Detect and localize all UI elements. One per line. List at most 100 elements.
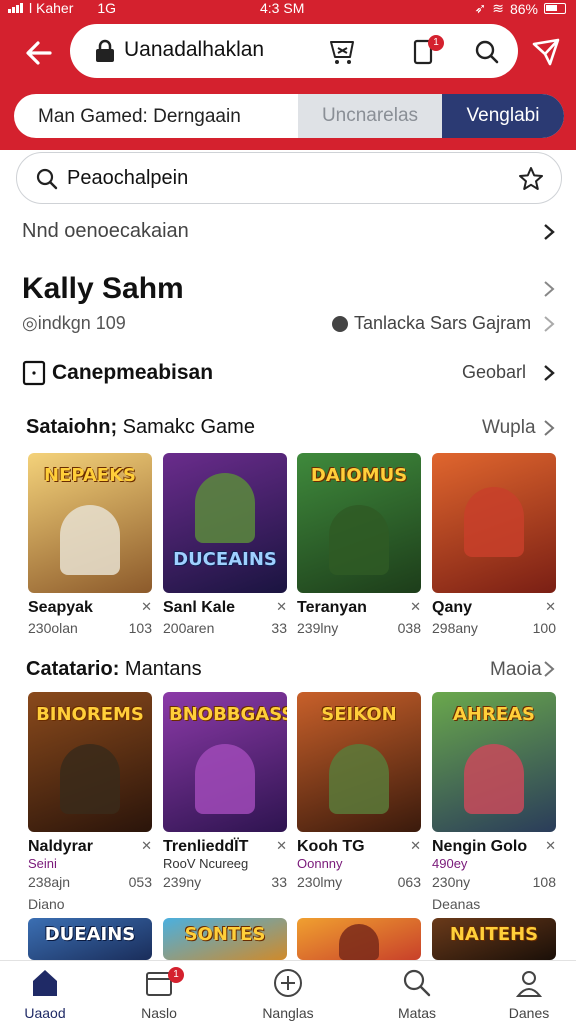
- game-meta-left: 238ajn: [28, 874, 71, 890]
- game-character: [339, 924, 379, 960]
- game-meta-left: 239lny: [297, 620, 339, 636]
- game-card[interactable]: NAITEHS: [432, 918, 556, 960]
- game-card[interactable]: DUEAINS: [28, 918, 152, 960]
- search-icon: [36, 168, 58, 190]
- chevron-right-icon[interactable]: [542, 660, 556, 678]
- chevron-right-icon[interactable]: [542, 364, 556, 382]
- nav-danes[interactable]: Danes: [484, 967, 574, 1021]
- game-art-title: AHREAS: [452, 704, 536, 725]
- dismiss-icon[interactable]: ✕: [410, 838, 421, 854]
- section-header-a[interactable]: Canepmeabisan: [22, 360, 213, 386]
- game-card[interactable]: DUCEAINS Sanl Kale 200aren 33 ✕: [163, 453, 287, 636]
- game-card[interactable]: Qany 298any 100 ✕: [432, 453, 556, 636]
- game-art-title: DAIOMUS: [310, 465, 408, 486]
- game-footer: Diano: [28, 896, 65, 912]
- game-meta-left: 298any: [432, 620, 478, 636]
- game-character: [329, 744, 389, 814]
- search-icon[interactable]: [472, 37, 502, 67]
- game-character: [329, 505, 389, 575]
- nav-naslo[interactable]: 1 Naslo: [114, 967, 204, 1021]
- game-name: Kooh TG: [297, 838, 365, 855]
- game-card[interactable]: SONTES: [163, 918, 287, 960]
- cart-icon[interactable]: [328, 37, 358, 67]
- game-card[interactable]: BNOBBGASS TrenlieddÏT RooV Ncureeg 239ny…: [163, 692, 287, 890]
- section-a-link[interactable]: Geobarl: [462, 362, 526, 383]
- nav-label: Naslo: [141, 1005, 177, 1021]
- game-meta-left: 230ny: [432, 874, 471, 890]
- game-name: Sanl Kale: [163, 599, 236, 616]
- game-name: Teranyan: [297, 599, 367, 616]
- section-a-label: Canepmeabisan: [52, 361, 214, 384]
- network-label: 1G: [97, 0, 117, 16]
- game-thumbnail: BNOBBGASS: [163, 692, 287, 832]
- game-art-title: SONTES: [184, 924, 266, 945]
- game-card[interactable]: DAIOMUS Teranyan 239lny 038 ✕: [297, 453, 421, 636]
- dismiss-icon[interactable]: ✕: [276, 838, 287, 854]
- chevron-right-icon[interactable]: [542, 280, 556, 298]
- back-arrow-icon[interactable]: [22, 36, 56, 70]
- section-2-title-bold: Catatario:: [26, 658, 120, 680]
- url-text: Uanadalhaklan: [124, 38, 265, 61]
- dismiss-icon[interactable]: ✕: [410, 599, 421, 615]
- game-thumbnail: DAIOMUS: [297, 453, 421, 593]
- star-icon[interactable]: [517, 165, 545, 193]
- nav-label: Matas: [397, 1005, 437, 1021]
- dismiss-icon[interactable]: ✕: [276, 599, 287, 615]
- game-meta-right: 100: [532, 620, 556, 636]
- section-2-link[interactable]: Maoia: [490, 659, 542, 681]
- address-bar[interactable]: Uanadalhaklan 1: [70, 24, 518, 78]
- game-card[interactable]: AHREAS Nengin Golo 490ey 230ny 108 Deanas…: [432, 692, 556, 912]
- nav-label: Uaaod: [24, 1005, 66, 1021]
- game-thumbnail: [432, 453, 556, 593]
- section-2-title-rest: Mantans: [119, 658, 202, 680]
- home-icon: [33, 970, 57, 996]
- game-name: TrenlieddÏT: [163, 838, 249, 855]
- game-thumbnail: [297, 918, 421, 960]
- wifi-icon: ≋: [492, 0, 504, 16]
- location-icon: ➶: [474, 0, 487, 16]
- tab-main[interactable]: Man Gamed: Derngaain: [38, 106, 241, 128]
- bookmark-badge: 1: [428, 35, 444, 51]
- nav-matas[interactable]: Matas: [372, 967, 462, 1021]
- send-icon[interactable]: [530, 36, 562, 68]
- game-card[interactable]: BINOREMS Naldyrar Seini 238ajn 053 Diano …: [28, 692, 152, 912]
- game-subtitle: Oonnny: [297, 856, 343, 871]
- nav-nanglas[interactable]: Nanglas: [243, 967, 333, 1021]
- game-meta-right: 33: [271, 620, 287, 636]
- chevron-right-icon[interactable]: [542, 315, 556, 333]
- section-1-link[interactable]: Wupla: [482, 417, 536, 439]
- game-meta-right: 108: [532, 874, 556, 890]
- dismiss-icon[interactable]: ✕: [545, 599, 556, 615]
- game-card[interactable]: NEPAEKS Seapyak 230olan 103 ✕: [28, 453, 152, 636]
- nav-home[interactable]: Uaaod: [0, 967, 90, 1021]
- phone-icon: [22, 360, 46, 386]
- profile-link[interactable]: Tanlacka Sars Gajram: [332, 313, 531, 334]
- dismiss-icon[interactable]: ✕: [141, 599, 152, 615]
- game-thumbnail: DUEAINS: [28, 918, 152, 960]
- plus-circle-icon: [274, 969, 302, 997]
- game-character: [464, 744, 524, 814]
- search-value: Peaochalpein: [67, 167, 189, 189]
- game-subtitle: 490ey: [432, 856, 468, 871]
- game-card[interactable]: [297, 918, 421, 960]
- battery-icon: [544, 3, 566, 14]
- tab-venglabi[interactable]: Venglabi: [442, 94, 564, 138]
- badge-icon: [332, 315, 348, 332]
- game-card[interactable]: SEIKON Kooh TG Oonnny 230lmy 063 ✕: [297, 692, 421, 890]
- status-bar: l Kaher 1G 4:3 SM ➶ ≋ 86%: [0, 0, 576, 18]
- profile-name[interactable]: Kally Sahm: [22, 272, 184, 306]
- game-meta-right: 053: [128, 874, 152, 890]
- section-1-title-bold: Sataiohn;: [26, 416, 118, 438]
- dismiss-icon[interactable]: ✕: [141, 838, 152, 854]
- chevron-right-icon[interactable]: [542, 223, 556, 241]
- dismiss-icon[interactable]: ✕: [545, 838, 556, 854]
- game-meta-left: 230olan: [28, 620, 78, 636]
- game-character: [464, 487, 524, 557]
- chevron-right-icon[interactable]: [542, 419, 556, 437]
- tab-uncnarelas[interactable]: Uncnarelas: [298, 94, 442, 138]
- person-icon: [515, 971, 543, 997]
- subtitle-row[interactable]: Nnd oenoecakaian: [22, 220, 189, 243]
- search-input[interactable]: Peaochalpein: [16, 152, 562, 204]
- lock-icon: [96, 39, 114, 62]
- game-name: Seapyak: [28, 599, 93, 616]
